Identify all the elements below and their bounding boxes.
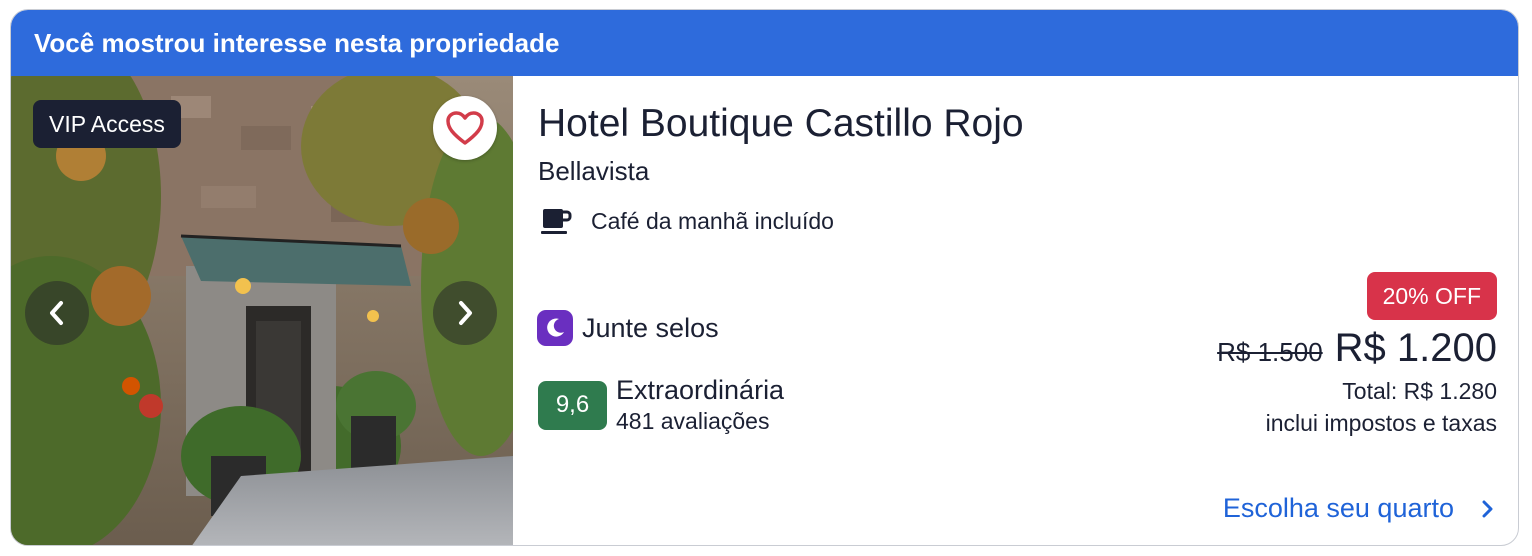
- coffee-cup-icon: [541, 209, 572, 234]
- taxes-note: inclui impostos e taxas: [1265, 410, 1497, 436]
- interest-banner: Você mostrou interesse nesta propriedade: [11, 10, 1518, 76]
- hotel-location: Bellavista: [538, 156, 650, 186]
- next-photo-button[interactable]: [433, 281, 497, 345]
- chevron-left-icon: [50, 301, 63, 325]
- price-block: R$ 1.500 R$ 1.200: [1217, 326, 1497, 371]
- original-price: R$ 1.500: [1217, 337, 1323, 367]
- total-price: Total: R$ 1.280: [1342, 378, 1497, 404]
- chevron-right-icon: [459, 301, 472, 325]
- hotel-info: Hotel Boutique Castillo Rojo Bellavista …: [513, 76, 1518, 545]
- guest-rating: 9,6 Extraordinária 481 avaliações: [538, 374, 784, 436]
- property-card[interactable]: Você mostrou interesse nesta propriedade: [10, 9, 1519, 546]
- vip-access-badge: VIP Access: [33, 100, 181, 148]
- amenity-breakfast: Café da manhã incluído: [540, 206, 834, 236]
- heart-outline-icon: [446, 111, 484, 145]
- favorite-button[interactable]: [433, 96, 497, 160]
- stamps-promo: Junte selos: [537, 310, 719, 346]
- discount-badge: 20% OFF: [1366, 272, 1497, 320]
- stamps-label: Junte selos: [582, 312, 719, 343]
- hotel-photo-carousel[interactable]: VIP Access: [11, 76, 513, 545]
- previous-photo-button[interactable]: [25, 281, 89, 345]
- stamps-badge: [537, 310, 573, 346]
- amenity-label: Café da manhã incluído: [591, 207, 834, 234]
- chevron-right-icon: [1480, 498, 1494, 520]
- review-count: 481 avaliações: [616, 408, 770, 434]
- choose-room-link[interactable]: Escolha seu quarto: [1223, 493, 1494, 524]
- moon-icon: [547, 318, 564, 337]
- current-price: R$ 1.200: [1334, 326, 1497, 370]
- rating-label: Extraordinária: [616, 375, 785, 405]
- hotel-name[interactable]: Hotel Boutique Castillo Rojo: [538, 102, 1024, 146]
- rating-score: 9,6: [538, 380, 607, 430]
- choose-room-label: Escolha seu quarto: [1222, 493, 1454, 523]
